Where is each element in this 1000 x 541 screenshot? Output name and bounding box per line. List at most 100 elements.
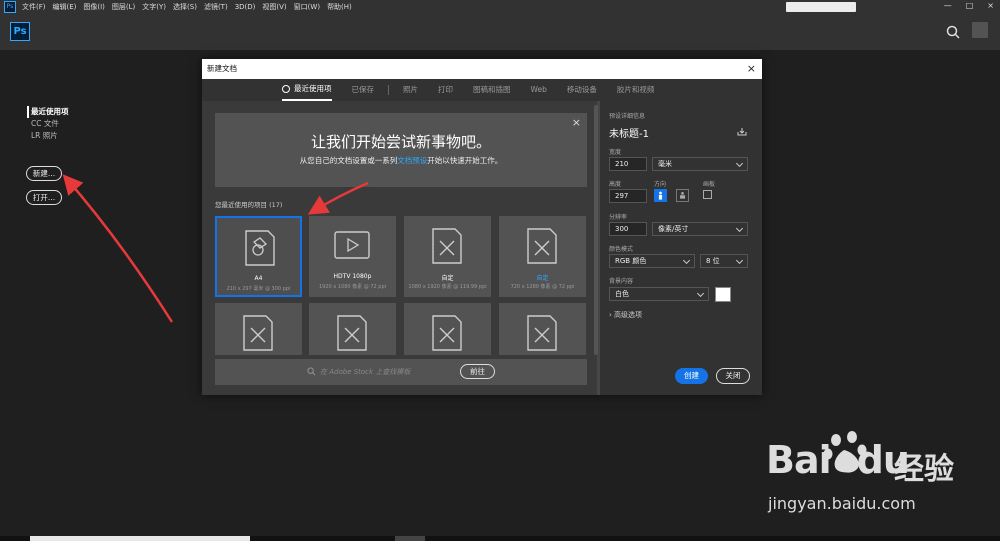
tab-divider [388,85,389,95]
close-button[interactable]: 关闭 [716,368,750,384]
save-preset-icon[interactable] [737,127,747,136]
tab-recent[interactable]: 最近使用项 [282,79,332,101]
artboard-label: 画板 [703,181,716,188]
menu-bar: Ps 文件(F) 编辑(E) 图像(I) 图层(L) 文字(Y) 选择(S) 滤… [0,0,1000,14]
preset-tabs: 最近使用项 已保存 照片 打印 图稿和插图 Web 移动设备 胶片和视频 [202,79,762,101]
preset-card-hdtv[interactable]: HDTV 1080p 1920 x 1080 像素 @ 72 ppi [309,216,396,297]
taskbar-segment [30,536,250,541]
menu-window[interactable]: 窗口(W) [294,2,320,12]
taskbar [0,536,1000,541]
color-mode-label: 颜色模式 [609,246,634,253]
adobe-stock-search-bar: 在 Adobe Stock 上查找模板 前往 [215,359,587,385]
artboard-checkbox[interactable] [703,190,712,199]
color-mode-select[interactable]: RGB 颜色 [609,254,695,268]
close-window-button[interactable]: × [987,1,994,10]
tab-web[interactable]: Web [531,79,547,101]
maximize-button[interactable]: □ [966,1,974,10]
tab-recent-label: 最近使用项 [294,84,332,93]
orientation-label: 方向 [654,181,667,188]
width-unit-select[interactable]: 毫米 [652,157,748,171]
width-input[interactable]: 210 [609,157,647,171]
banner-subtitle-post: 开始以快速开始工作。 [427,156,503,165]
background-color-swatch[interactable] [715,287,731,302]
nav-lr-photos[interactable]: LR 照片 [27,130,69,142]
ps-app-icon: Ps [4,1,16,13]
resolution-label: 分辨率 [609,214,628,221]
advanced-options-toggle[interactable]: › 高级选项 [609,310,642,320]
background-label: 背景内容 [609,278,634,285]
banner-close-icon[interactable]: × [572,116,581,129]
new-document-dialog: 新建文档 × 最近使用项 已保存 照片 打印 图稿和插图 Web 移动设备 胶片… [202,59,762,395]
dialog-close-icon[interactable]: × [747,62,756,76]
minimize-button[interactable]: — [944,1,952,10]
tab-print[interactable]: 打印 [438,79,453,101]
tab-photo[interactable]: 照片 [403,79,418,101]
custom-document-icon [527,315,557,351]
menu-image[interactable]: 图像(I) [83,2,105,12]
preset-card[interactable] [309,303,396,355]
preset-card[interactable] [499,303,586,355]
document-presets-link[interactable]: 文档预设 [397,156,427,165]
baidu-jingyan-watermark: Bai du 经验 jingyan.baidu.com [762,430,992,520]
tab-film-video[interactable]: 胶片和视频 [617,79,655,101]
nav-cc-files[interactable]: CC 文件 [27,118,69,130]
height-input[interactable]: 297 [609,189,647,203]
advanced-options-label: 高级选项 [614,311,643,319]
workspace-switcher-icon[interactable] [972,22,988,38]
menu-filter[interactable]: 滤镜(T) [204,2,228,12]
menu-edit[interactable]: 编辑(E) [53,2,77,12]
menu-select[interactable]: 选择(S) [173,2,197,12]
resolution-unit-select[interactable]: 像素/英寸 [652,222,748,236]
new-document-button[interactable]: 新建... [26,166,62,181]
card-meta: 210 x 297 毫米 @ 300 ppi [226,286,291,292]
height-label: 高度 [609,181,622,188]
logo-bai: Bai [766,438,832,482]
preset-card-custom-1[interactable]: 自定 1080 x 1920 像素 @ 119.99 ppi [404,216,491,297]
create-button[interactable]: 创建 [675,368,708,384]
title-search-field[interactable] [786,2,856,12]
search-icon[interactable] [944,23,962,41]
menu-file[interactable]: 文件(F) [22,2,46,12]
menu-view[interactable]: 视图(V) [262,2,286,12]
preset-card[interactable] [404,303,491,355]
menu-3d[interactable]: 3D(D) [235,3,256,11]
dialog-title: 新建文档 [202,59,762,79]
preset-name-field[interactable]: 未标题-1 [609,125,649,140]
open-document-button[interactable]: 打开... [26,190,62,205]
custom-document-icon [527,228,557,264]
clock-icon [282,85,290,93]
preset-card[interactable] [215,303,302,355]
go-button[interactable]: 前往 [460,364,495,379]
landscape-orientation-icon[interactable] [676,189,689,202]
portrait-orientation-icon[interactable] [654,189,667,202]
card-meta: 1920 x 1080 像素 @ 72 ppi [318,284,387,290]
resolution-input[interactable]: 300 [609,222,647,236]
card-meta: 1080 x 1920 像素 @ 119.99 ppi [408,284,487,290]
jingyan-text: 经验 [894,452,954,487]
presets-scrollbar[interactable] [594,105,598,355]
tab-saved[interactable]: 已保存 [352,79,375,101]
home-left-nav: 最近使用项 CC 文件 LR 照片 [27,106,69,142]
stock-search-input[interactable]: 在 Adobe Stock 上查找模板 [320,367,410,377]
window-controls: — □ × [944,1,994,10]
tab-art-illustration[interactable]: 图稿和插图 [473,79,511,101]
menu-help[interactable]: 帮助(H) [327,2,352,12]
tab-mobile[interactable]: 移动设备 [567,79,597,101]
photoshop-logo[interactable]: Ps [10,22,30,41]
presets-panel: 让我们开始尝试新事物吧。 从您自己的文档设置或一系列文档预设开始以快速开始工作。… [202,101,597,395]
recent-items-label: 您最近使用的项目 (17) [215,201,283,209]
preset-details-panel: 预设详细信息 未标题-1 宽度 210 毫米 高度 方向 画板 297 分辨率 … [600,101,762,395]
menu-type[interactable]: 文字(Y) [142,2,166,12]
preset-card-custom-2[interactable]: 自定 720 x 1280 像素 @ 72 ppi [499,216,586,297]
preset-card-a4[interactable]: A4 210 x 297 毫米 @ 300 ppi [215,216,302,297]
taskbar-segment [395,536,425,541]
card-name: A4 [254,275,263,282]
bit-depth-select[interactable]: 8 位 [700,254,748,268]
nav-recent[interactable]: 最近使用项 [27,106,69,118]
background-select[interactable]: 白色 [609,287,709,301]
banner-title: 让我们开始尝试新事物吧。 [310,133,491,151]
menu-layer[interactable]: 图层(L) [112,2,135,12]
preset-details-header: 预设详细信息 [609,113,646,120]
banner-subtitle: 从您自己的文档设置或一系列文档预设开始以快速开始工作。 [215,155,587,166]
watermark-url: jingyan.baidu.com [768,494,916,513]
